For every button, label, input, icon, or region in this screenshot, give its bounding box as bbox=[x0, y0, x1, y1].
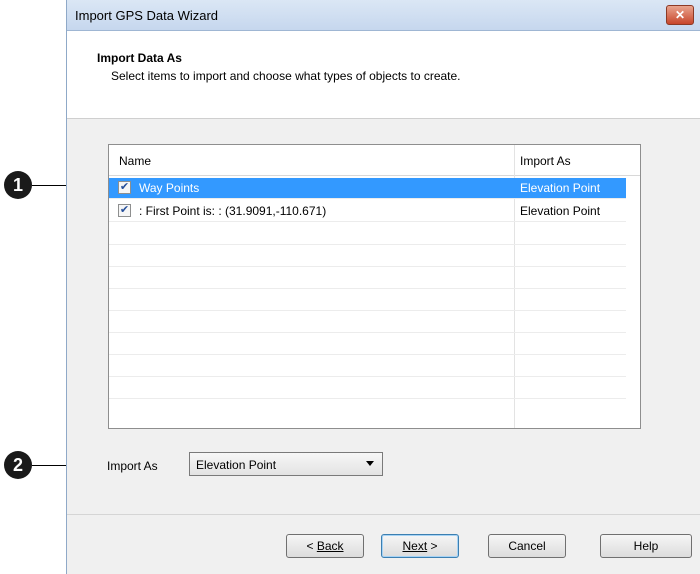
wizard-header: Import Data As Select items to import an… bbox=[67, 31, 700, 119]
empty-row bbox=[109, 223, 626, 245]
list-item[interactable]: ✔ : First Point is: : (31.9091,-110.671)… bbox=[109, 201, 626, 222]
empty-row bbox=[109, 399, 626, 428]
empty-row bbox=[109, 267, 626, 289]
close-icon: ✕ bbox=[674, 8, 686, 22]
item-name: Way Points bbox=[139, 181, 200, 195]
empty-row bbox=[109, 333, 626, 355]
import-as-dropdown[interactable]: Elevation Point bbox=[189, 452, 383, 476]
help-button[interactable]: Help bbox=[600, 534, 692, 558]
chevron-down-icon bbox=[366, 461, 374, 466]
item-name: : First Point is: : (31.9091,-110.671) bbox=[139, 204, 327, 218]
item-import-as: Elevation Point bbox=[520, 181, 601, 195]
cancel-button-label: Cancel bbox=[508, 539, 546, 553]
column-header-import-as[interactable]: Import As bbox=[520, 154, 571, 168]
import-items-list[interactable]: Name Import As ✔ Way Points Elevation Po… bbox=[108, 144, 641, 429]
help-button-label: Help bbox=[633, 539, 659, 553]
window-title: Import GPS Data Wizard bbox=[75, 8, 219, 23]
import-as-label: Import As bbox=[107, 459, 158, 473]
cancel-button[interactable]: Cancel bbox=[488, 534, 566, 558]
wizard-window: Import GPS Data Wizard ✕ Import Data As … bbox=[66, 0, 700, 574]
back-button[interactable]: < Back bbox=[286, 534, 364, 558]
empty-row bbox=[109, 245, 626, 267]
empty-row bbox=[109, 289, 626, 311]
empty-row bbox=[109, 311, 626, 333]
footer-divider bbox=[67, 514, 700, 515]
checkbox[interactable]: ✔ bbox=[118, 181, 131, 194]
column-header-name[interactable]: Name bbox=[119, 154, 151, 168]
page-description: Select items to import and choose what t… bbox=[111, 69, 461, 83]
callout-2: 2 bbox=[4, 451, 32, 479]
import-as-value: Elevation Point bbox=[196, 458, 277, 472]
item-import-as: Elevation Point bbox=[520, 204, 601, 218]
next-button-label: Next > bbox=[402, 539, 438, 553]
empty-row bbox=[109, 355, 626, 377]
title-bar: Import GPS Data Wizard ✕ bbox=[67, 0, 700, 31]
empty-row bbox=[109, 377, 626, 399]
close-button[interactable]: ✕ bbox=[666, 5, 694, 25]
list-item[interactable]: ✔ Way Points Elevation Point bbox=[109, 178, 626, 199]
callout-1: 1 bbox=[4, 171, 32, 199]
list-header: Name Import As bbox=[109, 145, 640, 176]
checkbox[interactable]: ✔ bbox=[118, 204, 131, 217]
page-title: Import Data As bbox=[97, 51, 182, 65]
back-button-label: < Back bbox=[306, 539, 344, 553]
next-button[interactable]: Next > bbox=[381, 534, 459, 558]
